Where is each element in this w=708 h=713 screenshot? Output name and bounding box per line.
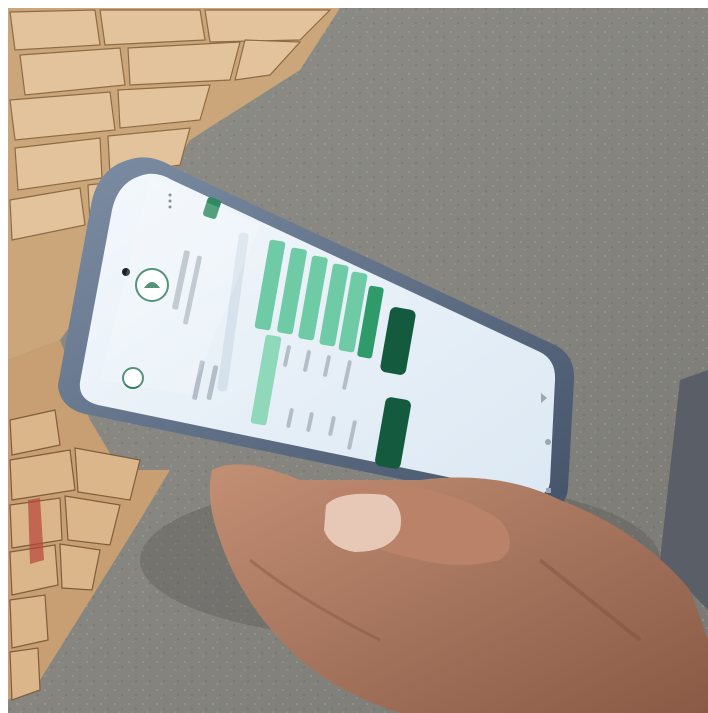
photo [0, 0, 708, 713]
recent-apps-icon [546, 488, 551, 493]
home-icon [545, 439, 551, 445]
